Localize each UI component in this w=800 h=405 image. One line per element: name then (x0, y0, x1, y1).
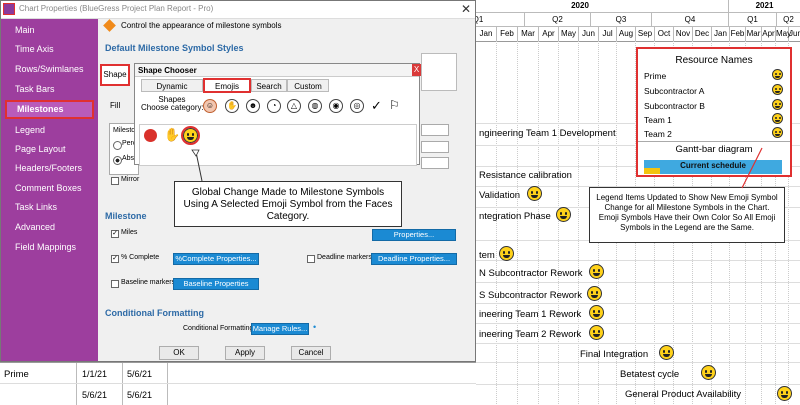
callout-arrow-left (191, 149, 203, 182)
